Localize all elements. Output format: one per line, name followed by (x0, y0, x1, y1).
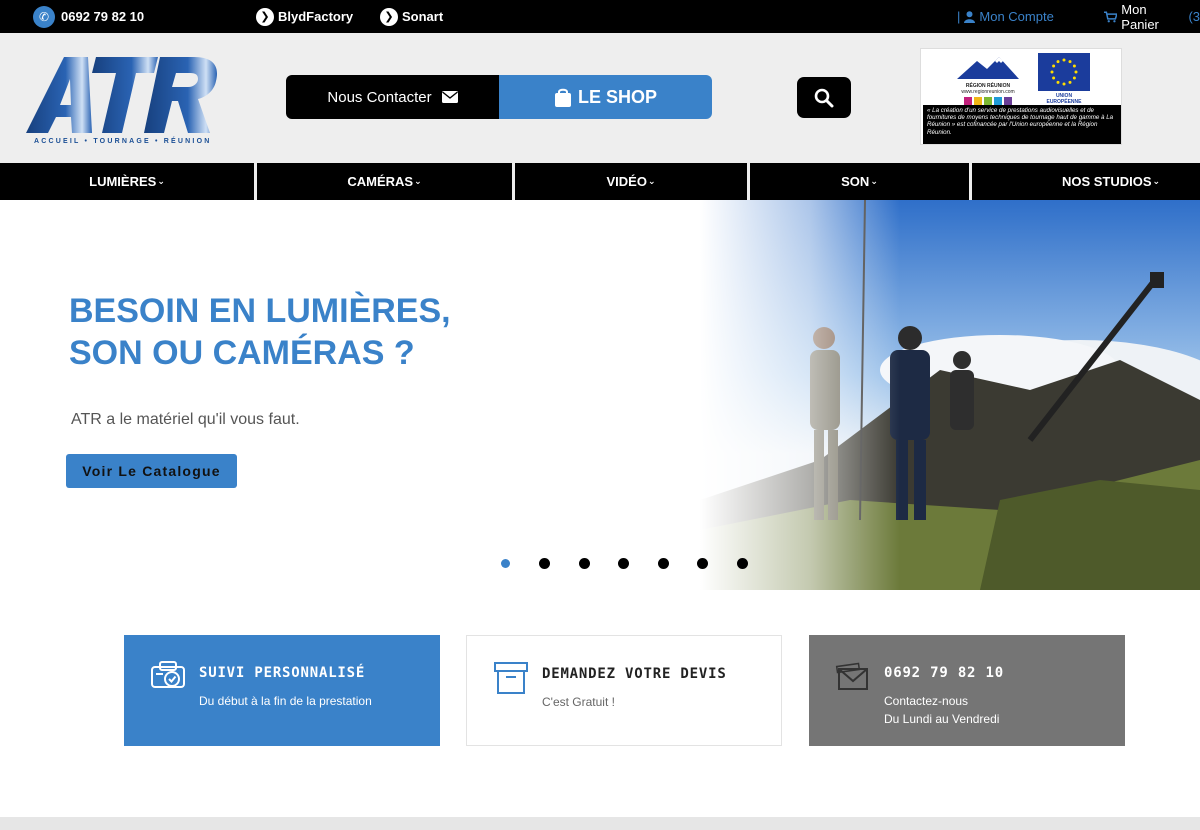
chevron-right-icon: ❯ (380, 7, 398, 26)
account-label: Mon Compte (979, 9, 1054, 24)
topbar-link-label: Sonart (402, 9, 444, 24)
user-icon (964, 10, 976, 23)
hero-subtitle: ATR a le matériel qu'il vous faut. (71, 411, 300, 428)
shop-label: LE SHOP (577, 86, 657, 107)
phone-icon: ✆ (33, 5, 55, 28)
eu-flag-icon (1038, 53, 1090, 91)
envelope-icon (441, 91, 458, 103)
shop-button[interactable]: LE SHOP (499, 75, 712, 119)
support-icon (151, 661, 185, 688)
cart-label: Mon Panier (1121, 1, 1159, 32)
nav-label: NOS STUDIOS (1061, 174, 1152, 189)
chevron-right-icon: ❯ (256, 7, 274, 26)
nav-item-lumieres[interactable]: LUMIÈRES ⌄ (0, 163, 254, 200)
envelope-icon (835, 662, 868, 690)
footer-strip (0, 817, 1200, 830)
chevron-down-icon: ⌄ (647, 176, 656, 186)
topbar-phone-number: 0692 79 82 10 (61, 9, 145, 24)
cart-icon (1104, 10, 1118, 22)
mountain-icon (957, 57, 1019, 79)
contact-label: Nous Contacter (327, 88, 432, 106)
card-request-quote[interactable]: DEMANDEZ VOTRE DEVIS C'est Gratuit ! (466, 635, 782, 746)
card-desc-line: C'est Gratuit ! (542, 695, 615, 709)
chevron-down-icon: ⌄ (414, 176, 422, 186)
card-desc: Du début à la fin de la prestation (199, 692, 372, 710)
nav-item-nos-studios[interactable]: NOS STUDIOS ⌄ (972, 163, 1200, 200)
nav-item-cameras[interactable]: CAMÉRAS ⌄ (257, 163, 512, 200)
eu-cofinance-text: « La création d'un service de prestation… (923, 105, 1121, 144)
region-reunion-logo: RÉGION RÉUNION www.regionreunion.com (955, 55, 1021, 105)
hero-slider: BESOIN EN LUMIÈRES, SON OU CAMÉRAS ? ATR… (0, 200, 1200, 590)
nav-label: LUMIÈRES (89, 174, 157, 189)
archive-box-icon (494, 662, 528, 694)
view-catalogue-button[interactable]: Voir Le Catalogue (66, 454, 237, 488)
contact-button[interactable]: Nous Contacter (286, 75, 499, 119)
chevron-down-icon: ⌄ (1152, 176, 1161, 186)
chevron-down-icon: ⌄ (157, 176, 165, 186)
search-icon (814, 88, 834, 107)
main-nav: LUMIÈRES ⌄ CAMÉRAS ⌄ VIDÉO ⌄ SON ⌄ NOS STUDI… (0, 163, 1200, 200)
card-personalized-follow-up[interactable]: SUIVI PERSONNALISÉ Du début à la fin de … (124, 635, 440, 746)
search-button[interactable] (797, 77, 851, 118)
slider-dot-4[interactable] (618, 558, 629, 569)
topbar-link-label: BlydFactory (278, 9, 354, 24)
account-link[interactable]: | Mon Compte (957, 0, 1054, 33)
hero-title: BESOIN EN LUMIÈRES, SON OU CAMÉRAS ? (69, 290, 569, 374)
nav-item-son[interactable]: SON ⌄ (750, 163, 969, 200)
card-desc: C'est Gratuit ! (542, 693, 615, 711)
chevron-down-icon: ⌄ (870, 176, 878, 186)
nav-item-video[interactable]: VIDÉO ⌄ (515, 163, 747, 200)
eu-funding-banner: RÉGION RÉUNION www.regionreunion.com UNI… (920, 48, 1122, 145)
cart-count: (3 (1188, 9, 1200, 24)
topbar-link-sonart[interactable]: ❯ Sonart (380, 0, 443, 33)
slider-dot-7[interactable] (737, 558, 748, 569)
hero-title-line: BESOIN EN LUMIÈRES, (69, 292, 451, 330)
nav-label: SON (841, 174, 870, 189)
hero-photo (700, 200, 1200, 590)
cart-link[interactable]: Mon Panier (3 (1104, 0, 1200, 33)
card-desc-line: Contactez-nous (884, 694, 969, 708)
slider-dot-3[interactable] (579, 558, 590, 569)
nav-label: VIDÉO (606, 174, 647, 189)
logo-graphic (26, 57, 218, 133)
separator: | (957, 9, 961, 24)
slider-dot-2[interactable] (539, 558, 550, 569)
atr-logo[interactable]: ACCUEIL • TOURNAGE • RÉUNION (26, 55, 218, 147)
region-url: www.regionreunion.com (961, 89, 1015, 95)
hero-title-line: SON OU CAMÉRAS ? (69, 334, 415, 372)
topbar-phone[interactable]: ✆ 0692 79 82 10 (33, 0, 144, 33)
shopping-bag-icon (554, 88, 571, 107)
slider-dot-6[interactable] (697, 558, 708, 569)
header: ACCUEIL • TOURNAGE • RÉUNION Nous Contac… (0, 33, 1200, 163)
card-contact-phone[interactable]: 0692 79 82 10 Contactez-nous Du Lundi au… (809, 635, 1125, 746)
eu-union-label: UNION EUROPÉENNE (1046, 93, 1082, 105)
slider-dot-5[interactable] (658, 558, 669, 569)
region-color-squares (955, 97, 1021, 105)
card-title: 0692 79 82 10 (884, 665, 1004, 681)
nav-label: CAMÉRAS (347, 174, 414, 189)
card-desc-line: Du début à la fin de la prestation (199, 694, 372, 708)
slider-dot-1[interactable] (501, 559, 510, 568)
card-desc-line: Du Lundi au Vendredi (884, 712, 1000, 726)
logo-tagline: ACCUEIL • TOURNAGE • RÉUNION (34, 138, 212, 145)
card-title: SUIVI PERSONNALISÉ (199, 665, 366, 681)
card-desc: Contactez-nous Du Lundi au Vendredi (884, 692, 999, 728)
top-bar: ✆ 0692 79 82 10 ❯ BlydFactory ❯ Sonart |… (0, 0, 1200, 33)
card-title: DEMANDEZ VOTRE DEVIS (542, 666, 727, 682)
topbar-link-blydfactory[interactable]: ❯ BlydFactory (256, 0, 353, 33)
